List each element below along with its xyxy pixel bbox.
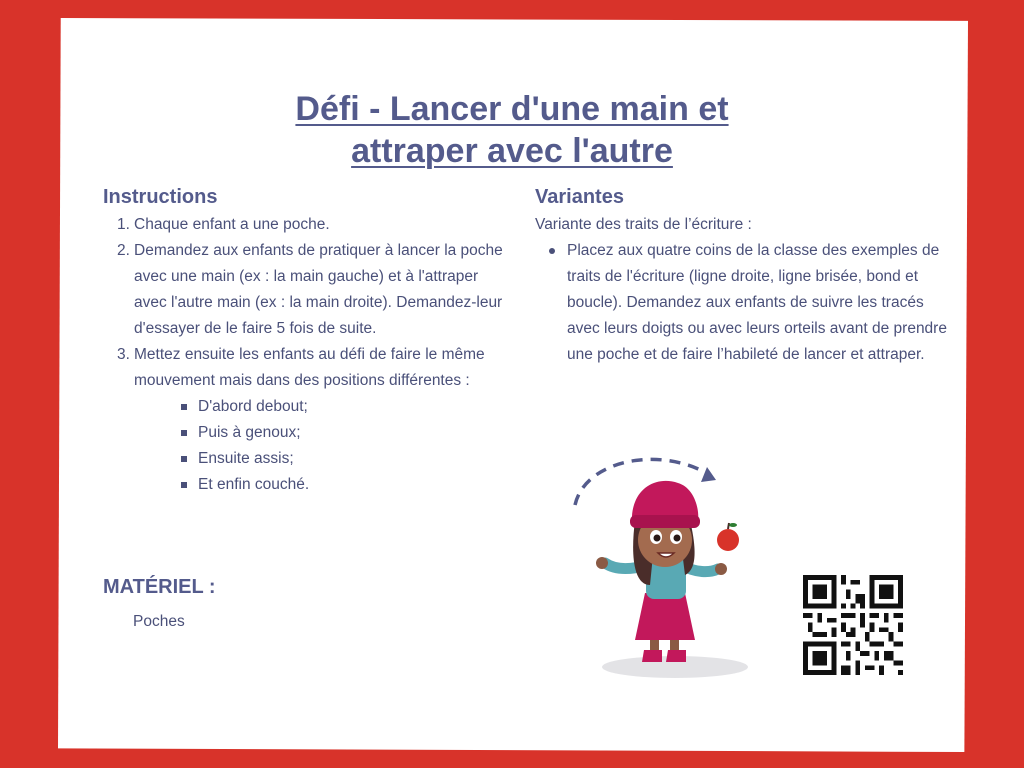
positions-list: D'abord debout; Puis à genoux; Ensuite a… (103, 394, 513, 498)
list-item: Puis à genoux; (181, 420, 513, 446)
step-text: Chaque enfant a une poche. (134, 216, 330, 233)
qr-code[interactable] (803, 575, 903, 675)
round-bullet-icon (549, 248, 555, 254)
list-item: D'abord debout; (181, 394, 513, 420)
variantes-heading: Variantes (535, 186, 624, 208)
materiel-value: Poches (133, 613, 185, 630)
variantes-list: Placez aux quatre coins de la classe des… (535, 238, 955, 368)
list-item: 1. Chaque enfant a une poche. (103, 212, 513, 238)
step-text: Demandez aux enfants de pratiquer à lanc… (134, 242, 503, 337)
variante-text: Placez aux quatre coins de la classe des… (567, 242, 947, 363)
page-title: Défi - Lancer d'une main et attraper ave… (0, 88, 1024, 172)
step-number: 1. (117, 216, 130, 233)
square-bullet-icon (181, 482, 187, 488)
step-number: 2. (117, 242, 130, 259)
materiel-heading: MATÉRIEL : (103, 576, 216, 598)
list-item: 2. Demandez aux enfants de pratiquer à l… (103, 238, 513, 342)
list-item: Placez aux quatre coins de la classe des… (535, 238, 955, 368)
instructions-section: 1. Chaque enfant a une poche. 2. Demande… (103, 212, 513, 498)
square-bullet-icon (181, 404, 187, 410)
list-item: 3. Mettez ensuite les enfants au défi de… (103, 342, 513, 394)
position-text: Ensuite assis; (198, 450, 294, 467)
position-text: Puis à genoux; (198, 424, 301, 441)
position-text: D'abord debout; (198, 398, 308, 415)
step-text: Mettez ensuite les enfants au défi de fa… (134, 346, 485, 389)
instructions-heading: Instructions (103, 186, 218, 208)
list-item: Et enfin couché. (181, 472, 513, 498)
instructions-list: 1. Chaque enfant a une poche. 2. Demande… (103, 212, 513, 394)
title-line-2: attraper avec l'autre (351, 132, 673, 170)
variantes-intro: Variante des traits de l’écriture : (535, 216, 752, 233)
title-line-1: Défi - Lancer d'une main et (295, 90, 729, 128)
girl-juggling-illustration (573, 457, 748, 678)
list-item: Ensuite assis; (181, 446, 513, 472)
variantes-section: Variante des traits de l’écriture : Plac… (535, 212, 955, 368)
position-text: Et enfin couché. (198, 476, 310, 493)
step-number: 3. (117, 346, 130, 363)
square-bullet-icon (181, 456, 187, 462)
square-bullet-icon (181, 430, 187, 436)
